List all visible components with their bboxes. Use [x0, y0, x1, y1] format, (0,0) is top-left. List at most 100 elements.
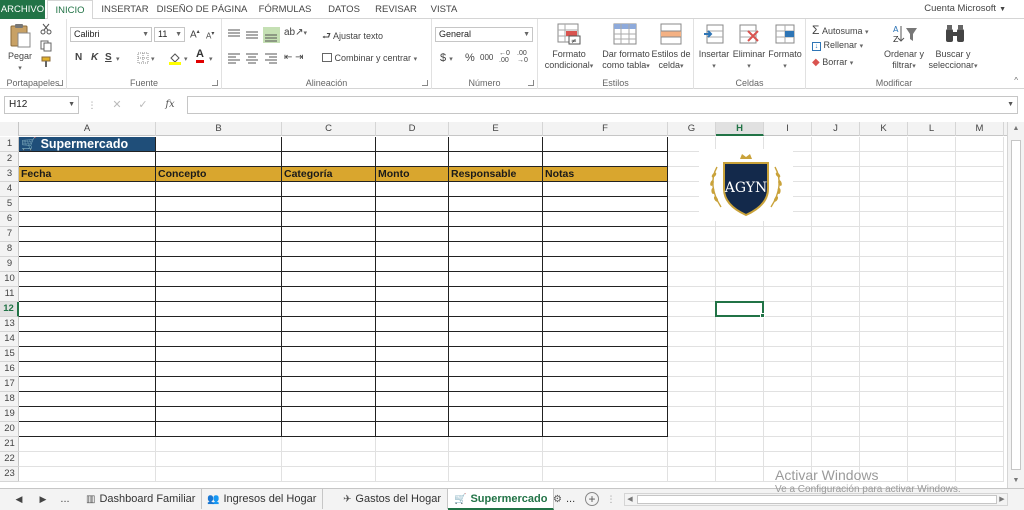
- cell-e13[interactable]: [449, 317, 543, 332]
- cell-l9[interactable]: [908, 257, 956, 272]
- cell-c18[interactable]: [282, 392, 376, 407]
- bold-button[interactable]: N: [75, 52, 82, 63]
- cell-g13[interactable]: [668, 317, 716, 332]
- cell-a7[interactable]: [19, 227, 156, 242]
- cell-h14[interactable]: [716, 332, 764, 347]
- horizontal-scrollbar[interactable]: ◀ ▶: [624, 493, 1008, 506]
- thousands-button[interactable]: 000: [480, 53, 493, 62]
- scroll-up-icon[interactable]: ▲: [1008, 122, 1024, 136]
- cell-f18[interactable]: [543, 392, 668, 407]
- column-header-l[interactable]: L: [908, 122, 956, 136]
- cell-c22[interactable]: [282, 452, 376, 467]
- cell-d20[interactable]: [376, 422, 449, 437]
- cell-c11[interactable]: [282, 287, 376, 302]
- delete-button[interactable]: Eliminar ▾: [730, 49, 768, 72]
- cell-g16[interactable]: [668, 362, 716, 377]
- cell-d10[interactable]: [376, 272, 449, 287]
- cell-g9[interactable]: [668, 257, 716, 272]
- cell-l21[interactable]: [908, 437, 956, 452]
- cell-e8[interactable]: [449, 242, 543, 257]
- column-header-e[interactable]: E: [449, 122, 543, 136]
- cell-e12[interactable]: [449, 302, 543, 317]
- cell-e20[interactable]: [449, 422, 543, 437]
- conditional-format-icon[interactable]: ≠: [557, 23, 581, 45]
- cell-f6[interactable]: [543, 212, 668, 227]
- cell-f10[interactable]: [543, 272, 668, 287]
- cell-k21[interactable]: [860, 437, 908, 452]
- cell-j12[interactable]: [812, 302, 860, 317]
- chevron-down-icon[interactable]: ▾: [209, 53, 213, 63]
- cell-c10[interactable]: [282, 272, 376, 287]
- grow-font-icon[interactable]: A▴: [190, 28, 200, 40]
- row-header-14[interactable]: 14: [0, 332, 19, 347]
- cell-e6[interactable]: [449, 212, 543, 227]
- cell-a17[interactable]: [19, 377, 156, 392]
- cell-i21[interactable]: [764, 437, 812, 452]
- cell-m10[interactable]: [956, 272, 1004, 287]
- font-size-select[interactable]: 11 ▼: [154, 27, 185, 42]
- cell-k6[interactable]: [860, 212, 908, 227]
- cell-c13[interactable]: [282, 317, 376, 332]
- active-cell-h12[interactable]: [715, 301, 764, 317]
- cell-j8[interactable]: [812, 242, 860, 257]
- cell-d18[interactable]: [376, 392, 449, 407]
- cell-f15[interactable]: [543, 347, 668, 362]
- cell-j16[interactable]: [812, 362, 860, 377]
- cell-d6[interactable]: [376, 212, 449, 227]
- cell-h21[interactable]: [716, 437, 764, 452]
- row-header-21[interactable]: 21: [0, 437, 19, 452]
- column-header-k[interactable]: K: [860, 122, 908, 136]
- cell-g7[interactable]: [668, 227, 716, 242]
- cell-h11[interactable]: [716, 287, 764, 302]
- cell-k8[interactable]: [860, 242, 908, 257]
- cell-a20[interactable]: [19, 422, 156, 437]
- cell-g17[interactable]: [668, 377, 716, 392]
- column-header-f[interactable]: F: [543, 122, 668, 136]
- insert-cells-icon[interactable]: [703, 23, 725, 45]
- cell-e15[interactable]: [449, 347, 543, 362]
- cell-k1[interactable]: [860, 137, 908, 152]
- merge-center-button[interactable]: Combinar y centrar ▾: [322, 53, 417, 63]
- cell-c9[interactable]: [282, 257, 376, 272]
- wrap-text-button[interactable]: ⮐ Ajustar texto: [322, 29, 383, 46]
- row-header-17[interactable]: 17: [0, 377, 19, 392]
- cell-b5[interactable]: [156, 197, 282, 212]
- cell-c6[interactable]: [282, 212, 376, 227]
- cell-d23[interactable]: [376, 467, 449, 482]
- cell-h17[interactable]: [716, 377, 764, 392]
- row-header-2[interactable]: 2: [0, 152, 19, 167]
- cell-c5[interactable]: [282, 197, 376, 212]
- cell-d5[interactable]: [376, 197, 449, 212]
- cell-i17[interactable]: [764, 377, 812, 392]
- cell-a4[interactable]: [19, 182, 156, 197]
- row-header-18[interactable]: 18: [0, 392, 19, 407]
- cell-j19[interactable]: [812, 407, 860, 422]
- cell-k5[interactable]: [860, 197, 908, 212]
- cell-h15[interactable]: [716, 347, 764, 362]
- cell-g10[interactable]: [668, 272, 716, 287]
- cell-e7[interactable]: [449, 227, 543, 242]
- cell-i19[interactable]: [764, 407, 812, 422]
- cell-j2[interactable]: [812, 152, 860, 167]
- sheet-tab-gastos-del-hogar[interactable]: ✈ Gastos del Hogar: [337, 489, 448, 509]
- horizontal-align-icons[interactable]: [227, 52, 281, 64]
- font-name-select[interactable]: Calibri ▼: [70, 27, 152, 42]
- cell-c20[interactable]: [282, 422, 376, 437]
- cell-b18[interactable]: [156, 392, 282, 407]
- cell-g12[interactable]: [668, 302, 716, 317]
- autosum-button[interactable]: Σ Autosuma ▾: [812, 23, 869, 37]
- cell-m6[interactable]: [956, 212, 1004, 227]
- cell-k12[interactable]: [860, 302, 908, 317]
- column-header-h[interactable]: H: [716, 122, 764, 136]
- cell-e16[interactable]: [449, 362, 543, 377]
- cell-l11[interactable]: [908, 287, 956, 302]
- cell-l7[interactable]: [908, 227, 956, 242]
- cell-b22[interactable]: [156, 452, 282, 467]
- cell-l17[interactable]: [908, 377, 956, 392]
- column-header-d[interactable]: D: [376, 122, 449, 136]
- cell-a2[interactable]: [19, 152, 156, 167]
- worksheet-grid[interactable]: ABCDEFGHIJKLM 1 2 3 4 5 6 7 8 9 10 11 12 13 14 15 16 17 1…: [0, 122, 1007, 488]
- cell-i23[interactable]: [764, 467, 812, 482]
- cell-i15[interactable]: [764, 347, 812, 362]
- cell-m7[interactable]: [956, 227, 1004, 242]
